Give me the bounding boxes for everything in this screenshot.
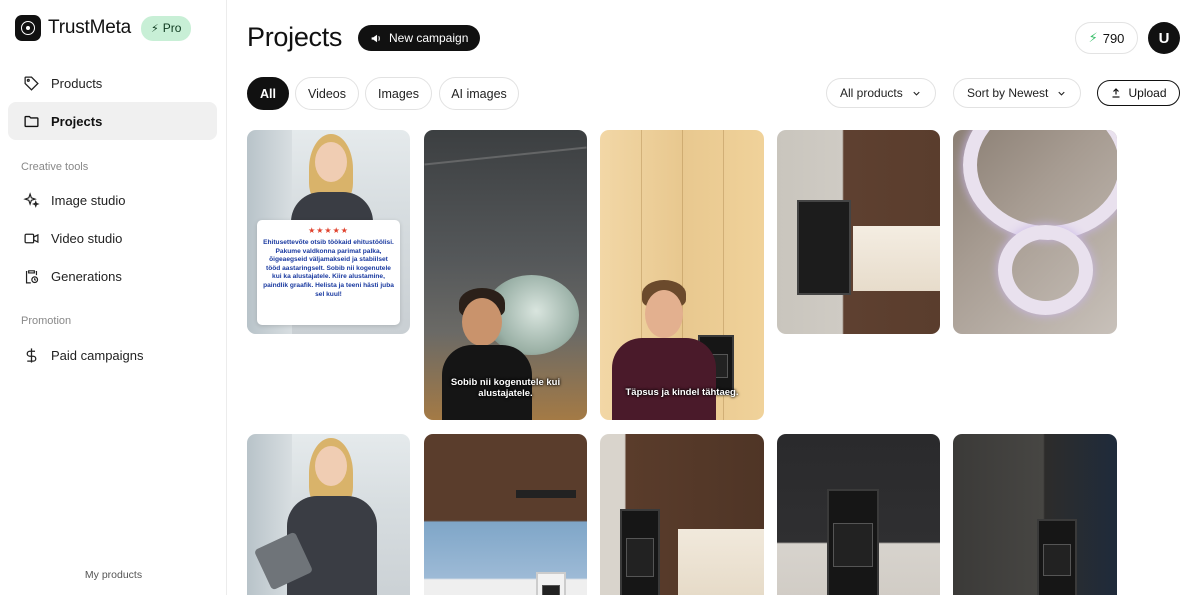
person-sweater	[612, 338, 716, 420]
new-campaign-button[interactable]: New campaign	[358, 25, 481, 51]
person-face	[315, 142, 347, 182]
project-card-kitchen-black[interactable]	[777, 434, 940, 595]
person-face	[315, 446, 347, 486]
my-products-link[interactable]: My products	[0, 569, 227, 581]
backsplash-image	[853, 226, 940, 291]
sidebar-item-label: Video studio	[51, 230, 123, 246]
video-caption: Sobib nii kogenutele kui alustajatele.	[450, 377, 561, 399]
sidebar-item-label: Image studio	[51, 192, 126, 208]
sidebar-item-products[interactable]: Products	[8, 64, 217, 102]
sidebar-item-paid-campaigns[interactable]: Paid campaigns	[8, 336, 217, 374]
review-text: Ehitusettevõte otsib töökaid ehitustööli…	[263, 239, 394, 298]
sidebar-item-image-studio[interactable]: Image studio	[8, 181, 217, 219]
chevron-down-icon	[911, 88, 922, 99]
review-overlay: ★★★★★ Ehitusettevõte otsib töökaid ehitu…	[257, 220, 400, 325]
sidebar-item-label: Paid campaigns	[51, 347, 144, 363]
project-card-kitchen-dark[interactable]	[953, 434, 1117, 595]
tab-all[interactable]: All	[247, 77, 289, 110]
folder-icon	[22, 112, 40, 130]
sidebar-item-video-studio[interactable]: Video studio	[8, 219, 217, 257]
sidebar-item-generations[interactable]: Generations	[8, 257, 217, 295]
person-face	[462, 298, 502, 346]
bolt-icon: ⚡	[151, 22, 159, 35]
section-label-promotion: Promotion	[21, 315, 72, 327]
sparkles-icon	[22, 191, 40, 209]
tab-videos[interactable]: Videos	[295, 77, 359, 110]
washing-machine-image	[536, 572, 566, 595]
project-card-kitchen-oven[interactable]	[777, 130, 940, 334]
project-card-kitchen-tiles[interactable]	[424, 434, 587, 595]
person-face	[645, 290, 683, 338]
sidebar-item-label: Projects	[51, 113, 103, 129]
dollar-icon	[22, 346, 40, 364]
sidebar-item-projects[interactable]: Projects	[8, 102, 217, 140]
sort-value: Sort by Newest	[967, 86, 1049, 100]
upload-label: Upload	[1128, 86, 1167, 100]
project-card-office-review[interactable]: ★★★★★ Ehitusettevõte otsib töökaid ehitu…	[247, 130, 410, 334]
project-card-office-tablet[interactable]	[247, 434, 410, 595]
brand-name: TrustMeta	[48, 17, 132, 38]
sort-select[interactable]: Sort by Newest	[953, 78, 1082, 108]
page-title: Projects	[247, 22, 343, 52]
sidebar-item-label: Generations	[51, 268, 122, 284]
tab-images[interactable]: Images	[365, 77, 432, 110]
brand[interactable]: TrustMeta ⚡ Pro	[15, 15, 192, 41]
project-card-kitchen-wood[interactable]	[600, 434, 764, 595]
oven-stack-image	[827, 489, 879, 595]
megaphone-icon	[370, 32, 383, 45]
credits-value: 790	[1102, 30, 1125, 46]
tag-icon	[22, 74, 40, 92]
upload-button[interactable]: Upload	[1097, 80, 1180, 106]
backsplash-image	[678, 529, 764, 595]
project-card-ceiling[interactable]	[953, 130, 1117, 334]
project-card-video-wood[interactable]: Täpsus ja kindel tähtaeg.	[600, 130, 764, 420]
pro-badge-label: Pro	[162, 21, 182, 35]
chevron-down-icon	[1056, 88, 1067, 99]
range-hood-image	[516, 490, 576, 498]
video-caption: Täpsus ja kindel tähtaeg.	[625, 387, 739, 398]
clipboard-clock-icon	[22, 267, 40, 285]
section-label-creative-tools: Creative tools	[21, 161, 89, 173]
project-card-video-wall[interactable]: Sobib nii kogenutele kui alustajatele.	[424, 130, 587, 420]
tab-ai-images[interactable]: AI images	[439, 77, 519, 110]
new-campaign-label: New campaign	[389, 31, 469, 45]
oven-cabinet-image	[797, 200, 851, 295]
product-filter-select[interactable]: All products	[826, 78, 936, 108]
pro-badge: ⚡ Pro	[141, 15, 192, 41]
upload-icon	[1110, 87, 1122, 99]
credits-counter[interactable]: ⚡ 790	[1075, 22, 1138, 54]
rating-stars: ★★★★★	[308, 226, 349, 235]
ceiling-swirl-image	[963, 130, 1117, 240]
sidebar: TrustMeta ⚡ Pro Products Projects Creativ…	[0, 0, 227, 595]
sidebar-item-label: Products	[51, 75, 103, 91]
bolt-icon: ⚡	[1088, 30, 1098, 45]
product-filter-value: All products	[840, 86, 903, 100]
trustmeta-logo-icon	[15, 15, 41, 41]
avatar[interactable]: U	[1148, 22, 1180, 54]
ceiling-swirl-image	[998, 225, 1093, 315]
oven-stack-image	[1037, 519, 1077, 595]
video-camera-icon	[22, 229, 40, 247]
oven-stack-image	[620, 509, 660, 595]
wall-crack	[424, 146, 587, 166]
